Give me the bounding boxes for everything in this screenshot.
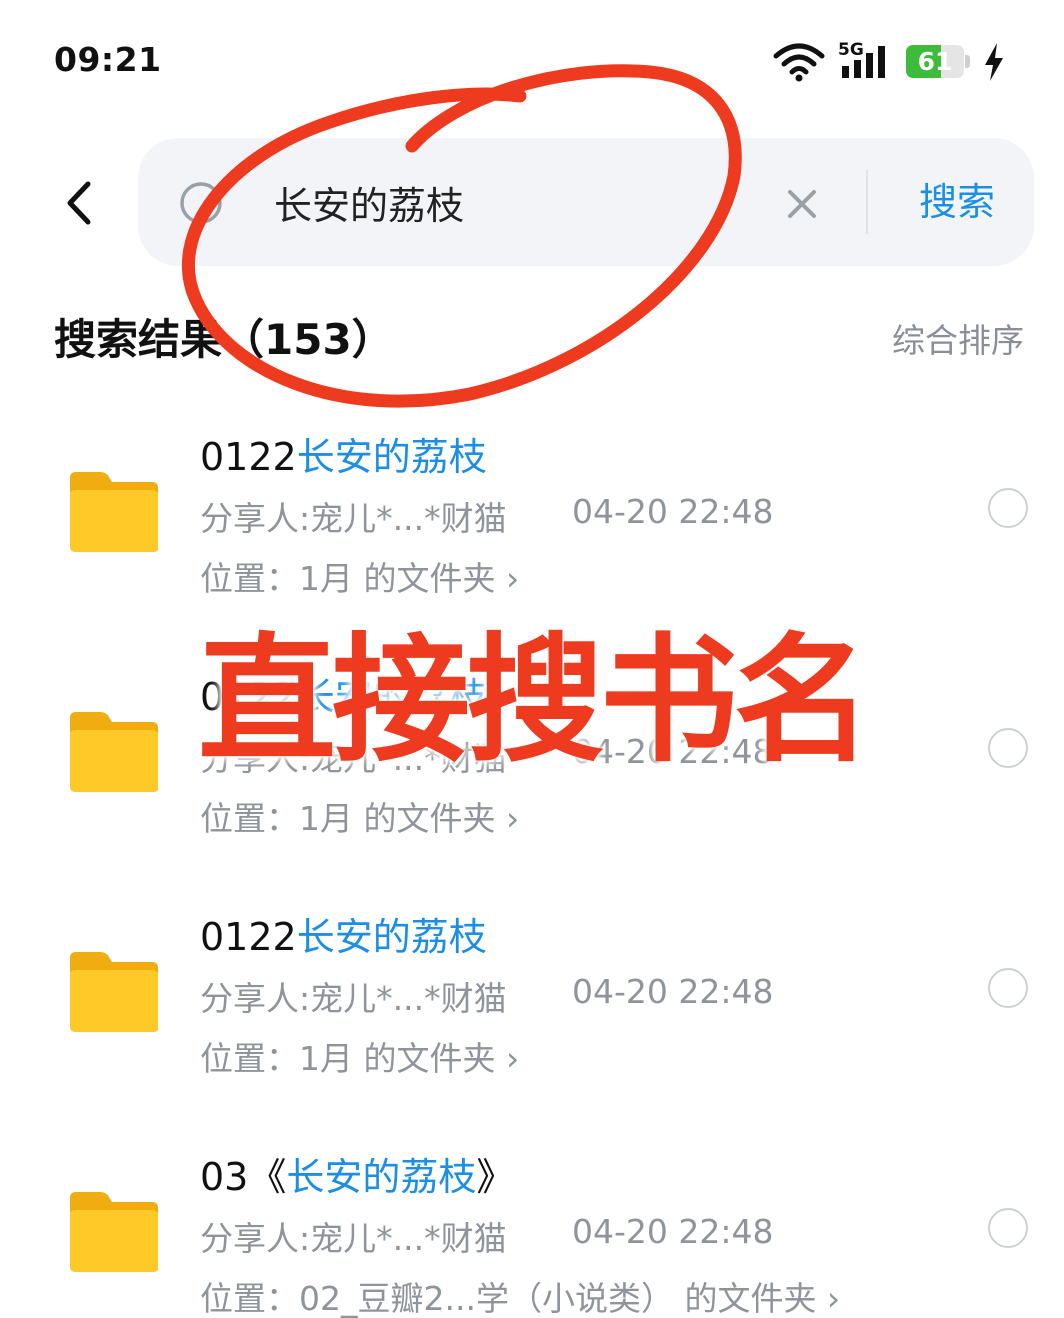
folder-icon bbox=[70, 952, 158, 1032]
battery-indicator: 61 bbox=[906, 45, 970, 78]
list-item[interactable]: 0122长安的荔枝 分享人:宠儿*...*财猫 04-20 22:48 位置：1月… bbox=[0, 906, 1064, 1106]
result-date: 04-20 22:48 bbox=[572, 492, 774, 531]
select-radio[interactable] bbox=[988, 968, 1028, 1008]
search-divider bbox=[866, 170, 868, 234]
result-title[interactable]: 0122长安的荔枝 bbox=[200, 426, 487, 481]
result-date: 04-20 22:48 bbox=[572, 1212, 774, 1251]
result-title-prefix: 0122 bbox=[200, 675, 297, 719]
result-title-prefix: 0122 bbox=[200, 435, 297, 479]
chevron-left-icon bbox=[67, 181, 91, 225]
result-meta: 分享人:宠儿*...*财猫 04-20 22:48 bbox=[200, 492, 773, 540]
battery-percent: 61 bbox=[917, 47, 953, 76]
folder-icon bbox=[70, 1192, 158, 1272]
list-item[interactable]: 03《长安的荔枝》 分享人:宠儿*...*财猫 04-20 22:48 位置：02… bbox=[0, 1146, 1064, 1318]
result-title-highlight: 长安的荔枝 bbox=[296, 675, 487, 719]
status-icons: 5G 61 bbox=[772, 38, 1012, 86]
result-sharer: 分享人:宠儿*...*财猫 bbox=[200, 739, 507, 778]
result-location-link[interactable]: 位置：1月 的文件夹 › bbox=[200, 1032, 519, 1080]
list-item[interactable]: 0122长安的荔枝 分享人:宠儿*...*财猫 04-20 22:48 位置：1月… bbox=[0, 426, 1064, 626]
battery-nub bbox=[965, 55, 970, 68]
results-title: 搜索结果（153） bbox=[54, 315, 394, 364]
result-meta: 分享人:宠儿*...*财猫 04-20 22:48 bbox=[200, 732, 773, 780]
select-radio[interactable] bbox=[988, 1208, 1028, 1248]
folder-icon bbox=[70, 472, 158, 552]
search-button[interactable]: 搜索 bbox=[880, 174, 1034, 230]
select-radio[interactable] bbox=[988, 728, 1028, 768]
search-bar[interactable]: 搜索 bbox=[138, 138, 1034, 266]
result-meta: 分享人:宠儿*...*财猫 04-20 22:48 bbox=[200, 972, 773, 1020]
result-date: 04-20 22:48 bbox=[572, 732, 774, 771]
list-item[interactable]: 0122长安的荔枝 分享人:宠儿*...*财猫 04-20 22:48 位置：1月… bbox=[0, 666, 1064, 866]
result-location-link[interactable]: 位置：1月 的文件夹 › bbox=[200, 792, 519, 840]
screen: 09:21 5G 61 长安的荔枝 搜索 搜索结果（153） 综合排序 0122… bbox=[0, 0, 1064, 1318]
result-title[interactable]: 0122长安的荔枝 bbox=[200, 906, 487, 961]
result-sharer: 分享人:宠儿*...*财猫 bbox=[200, 1219, 507, 1258]
result-title-highlight: 长安的荔枝 bbox=[296, 915, 487, 959]
charging-icon bbox=[985, 43, 1003, 81]
sort-button[interactable]: 综合排序 bbox=[892, 314, 1024, 362]
status-time: 09:21 bbox=[54, 40, 162, 79]
folder-icon bbox=[70, 712, 158, 792]
result-title[interactable]: 03《长安的荔枝》 bbox=[200, 1146, 514, 1201]
result-date: 04-20 22:48 bbox=[572, 972, 774, 1011]
back-button[interactable] bbox=[52, 170, 108, 236]
select-radio[interactable] bbox=[988, 488, 1028, 528]
search-input[interactable] bbox=[274, 168, 774, 236]
result-meta: 分享人:宠儿*...*财猫 04-20 22:48 bbox=[200, 1212, 773, 1260]
result-sharer: 分享人:宠儿*...*财猫 bbox=[200, 979, 507, 1018]
result-location-link[interactable]: 位置：1月 的文件夹 › bbox=[200, 552, 519, 600]
result-title-highlight: 长安的荔枝 bbox=[296, 435, 487, 479]
result-title-suffix: 》 bbox=[476, 1155, 515, 1199]
battery-body: 61 bbox=[906, 45, 964, 78]
result-title-prefix: 03《 bbox=[200, 1155, 287, 1199]
result-sharer: 分享人:宠儿*...*财猫 bbox=[200, 499, 507, 538]
search-icon bbox=[180, 182, 222, 224]
wifi-icon bbox=[773, 43, 825, 82]
result-location-link[interactable]: 位置：02_豆瓣2...学（小说类） 的文件夹 › bbox=[200, 1272, 840, 1318]
result-title[interactable]: 0122长安的荔枝 bbox=[200, 666, 487, 721]
signal-icon bbox=[842, 46, 885, 78]
clear-icon[interactable] bbox=[782, 184, 822, 224]
result-title-prefix: 0122 bbox=[200, 915, 297, 959]
result-title-highlight: 长安的荔枝 bbox=[286, 1155, 477, 1199]
